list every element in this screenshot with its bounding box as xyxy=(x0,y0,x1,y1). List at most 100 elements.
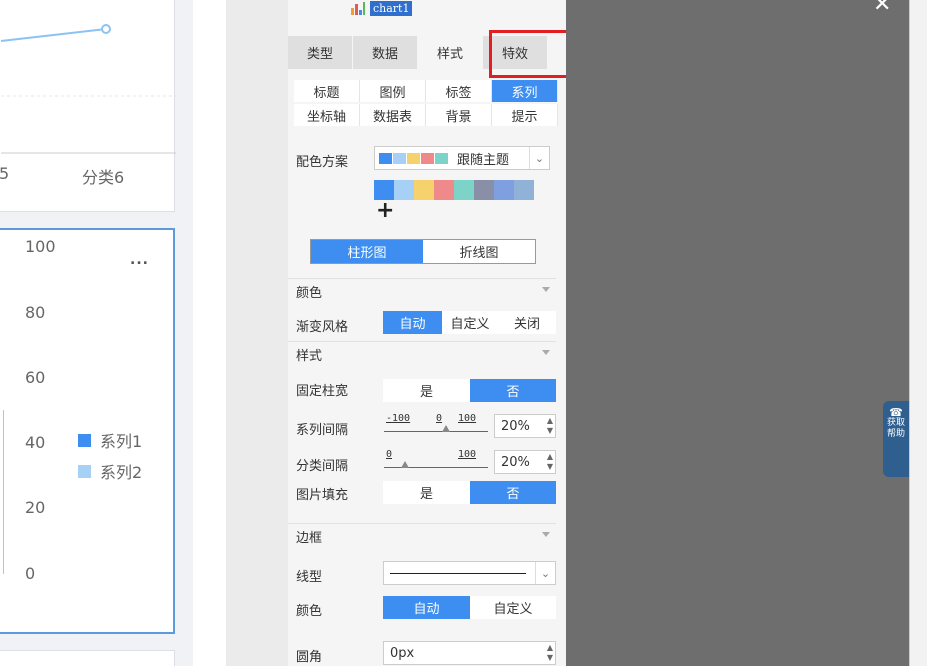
palette-swatch[interactable] xyxy=(374,180,394,200)
border-color-custom[interactable]: 自定义 xyxy=(470,596,556,619)
legend-label: 系列2 xyxy=(100,463,143,482)
legend-item[interactable]: 系列2 xyxy=(78,459,142,483)
image-fill-toggle: 是 否 xyxy=(383,481,556,504)
palette-swatch[interactable] xyxy=(474,180,494,200)
palette-swatch[interactable] xyxy=(394,180,414,200)
line-type-select[interactable]: ⌄ xyxy=(383,561,556,585)
color-scheme-value: 跟随主题 xyxy=(457,152,510,168)
line-chart-option[interactable]: 折线图 xyxy=(423,240,535,263)
chevron-down-icon[interactable]: ⌄ xyxy=(535,562,555,584)
subtab-label: 数据表 xyxy=(372,109,412,125)
corner-radius-label: 圆角 xyxy=(296,650,323,665)
gradient-custom-option[interactable]: 自定义 xyxy=(442,311,498,334)
bar-chart-option[interactable]: 柱形图 xyxy=(311,240,423,263)
y-tick-label: 20 xyxy=(25,498,46,517)
style-subtabs-row2: 坐标轴 数据表 背景 提示 xyxy=(294,104,558,126)
gradient-style-label: 渐变风格 xyxy=(296,320,349,335)
tab-data[interactable]: 数据 xyxy=(353,36,418,69)
category-gap-spinner[interactable]: 20% ▲ ▼ xyxy=(494,450,556,474)
series-line xyxy=(0,28,107,42)
subtab-axis[interactable]: 坐标轴 xyxy=(294,104,360,126)
subtab-data-table[interactable]: 数据表 xyxy=(360,104,426,126)
fixed-width-label: 固定柱宽 xyxy=(296,384,349,399)
fixed-width-toggle: 是 否 xyxy=(383,379,556,402)
border-color-label: 颜色 xyxy=(296,604,323,619)
fixed-width-yes[interactable]: 是 xyxy=(383,379,470,402)
spinner-arrows-icon[interactable]: ▲ ▼ xyxy=(547,416,553,436)
slider-tick-label: 100 xyxy=(458,413,477,424)
image-fill-no[interactable]: 否 xyxy=(470,481,556,504)
section-style-header[interactable]: 样式 xyxy=(288,341,556,367)
y-tick-label: 0 xyxy=(25,564,36,583)
property-panel: chart1 类型 数据 样式 特效 标题 图例 标签 系列 坐标轴 数据表 背… xyxy=(226,0,566,666)
modal-backdrop[interactable] xyxy=(566,0,909,666)
spinner-arrows-icon[interactable]: ▲ ▼ xyxy=(547,452,553,472)
option-label: 关闭 xyxy=(513,317,540,332)
add-color-button[interactable]: + xyxy=(376,199,394,223)
section-title: 边框 xyxy=(296,531,323,546)
subtab-background[interactable]: 背景 xyxy=(426,104,492,126)
headset-icon: ☎ xyxy=(889,406,903,419)
subtab-label: 提示 xyxy=(511,109,538,125)
gradient-off-option[interactable]: 关闭 xyxy=(498,311,556,334)
chart-type-toggle: 柱形图 折线图 xyxy=(310,239,536,264)
subtab-label-settings[interactable]: 标签 xyxy=(426,80,492,102)
subtab-legend[interactable]: 图例 xyxy=(360,80,426,102)
line-type-label: 线型 xyxy=(296,570,323,585)
y-tick-label: 60 xyxy=(25,368,46,387)
palette-swatch[interactable] xyxy=(454,180,474,200)
scheme-swatch xyxy=(407,152,420,164)
tab-style[interactable]: 样式 xyxy=(418,36,483,69)
bar-chart-card[interactable]: ... 100 80 60 40 20 0 系列1 系列2 xyxy=(0,228,175,634)
subtab-title[interactable]: 标题 xyxy=(294,80,360,102)
gradient-auto-option[interactable]: 自动 xyxy=(383,311,442,334)
scheme-swatch xyxy=(379,152,392,164)
corner-radius-spinner[interactable]: 0px ▲ ▼ xyxy=(383,641,556,665)
tab-type[interactable]: 类型 xyxy=(288,36,353,69)
slider-tick-label: 0 xyxy=(386,449,393,460)
option-label: 是 xyxy=(419,487,433,502)
close-icon[interactable]: ✕ xyxy=(873,0,891,17)
palette-swatch[interactable] xyxy=(434,180,454,200)
help-button[interactable]: ☎ 获取 帮助 xyxy=(883,401,909,477)
chart-name-label: chart1 xyxy=(370,0,413,16)
section-color-header[interactable]: 颜色 xyxy=(288,278,556,304)
collapse-caret-icon xyxy=(542,350,550,355)
palette-swatch[interactable] xyxy=(494,180,514,200)
palette-swatch[interactable] xyxy=(514,180,534,200)
spinner-arrows-icon[interactable]: ▲ ▼ xyxy=(547,643,553,663)
line-chart-card[interactable]: 5 分类6 xyxy=(0,0,176,212)
option-label: 自定义 xyxy=(450,317,490,332)
color-scheme-select[interactable]: 跟随主题 ⌄ xyxy=(374,146,550,170)
slider-thumb[interactable] xyxy=(400,461,409,468)
scheme-swatch xyxy=(393,152,406,164)
legend-swatch xyxy=(78,433,91,447)
category-gap-slider[interactable]: 0 100 xyxy=(384,449,488,479)
scheme-swatch xyxy=(421,152,434,164)
fixed-width-no[interactable]: 否 xyxy=(470,379,556,402)
x-tick-label: 5 xyxy=(0,164,10,183)
chevron-down-icon[interactable]: ⌄ xyxy=(529,147,549,169)
collapse-caret-icon xyxy=(542,287,550,292)
option-label: 柱形图 xyxy=(347,246,387,261)
chart-card[interactable] xyxy=(0,650,175,666)
more-options-icon[interactable]: ... xyxy=(130,252,149,268)
series-gap-spinner[interactable]: 20% ▲ ▼ xyxy=(494,414,556,438)
border-color-auto[interactable]: 自动 xyxy=(383,596,470,619)
series-gap-slider[interactable]: -100 0 100 xyxy=(384,413,488,443)
series-point xyxy=(101,24,111,34)
slider-thumb[interactable] xyxy=(442,425,451,432)
image-fill-yes[interactable]: 是 xyxy=(383,481,470,504)
legend-item[interactable]: 系列1 xyxy=(78,428,142,452)
window-edge xyxy=(909,0,927,666)
palette-swatch[interactable] xyxy=(414,180,434,200)
y-axis-line xyxy=(0,410,4,574)
collapse-caret-icon xyxy=(542,532,550,537)
y-tick-label: 100 xyxy=(25,237,56,256)
spinner-value: 20% xyxy=(501,418,530,434)
option-label: 折线图 xyxy=(459,246,499,261)
subtab-label: 坐标轴 xyxy=(306,109,346,125)
section-border-header[interactable]: 边框 xyxy=(288,523,556,549)
subtab-series[interactable]: 系列 xyxy=(492,80,558,102)
subtab-tooltip[interactable]: 提示 xyxy=(492,104,558,126)
